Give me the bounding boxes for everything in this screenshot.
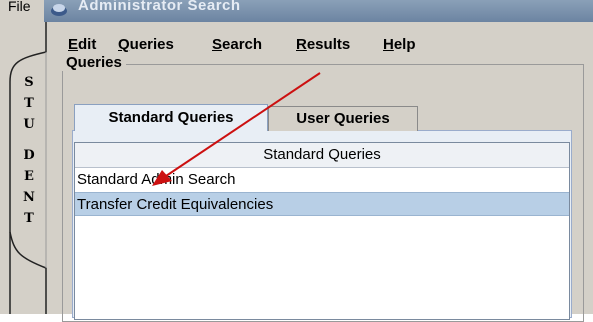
side-tab-letter: D (23, 148, 35, 163)
side-tab-letter: E (24, 169, 34, 184)
side-tab-letter: T (24, 211, 34, 226)
menu-mnemonic: Q (118, 36, 130, 53)
menu-mnemonic: S (212, 36, 223, 53)
right-edge-divider (585, 50, 593, 314)
menu-label-rest: elp (393, 36, 416, 53)
student-side-tab[interactable]: S T U D E N T (0, 22, 62, 314)
main-window: Edit Queries Search Results Help Queries… (62, 22, 593, 322)
window-title: Administrator Search (78, 0, 241, 14)
side-tab-letter: N (23, 190, 35, 205)
tab-user-queries[interactable]: User Queries (268, 106, 418, 131)
menu-mnemonic: H (383, 36, 394, 53)
menu-mnemonic: E (68, 36, 79, 53)
menu-queries[interactable]: Queries (118, 36, 174, 53)
side-tab-letter: U (23, 117, 35, 132)
app-icon (50, 2, 67, 16)
side-tab-letter: T (24, 96, 34, 111)
group-title: Queries (62, 54, 126, 71)
menu-search[interactable]: Search (212, 36, 262, 53)
menu-label-rest: ueries (129, 36, 174, 53)
list-column-header[interactable]: Standard Queries (75, 143, 569, 168)
menu-label-rest: esults (306, 36, 351, 53)
side-tab-letter: S (24, 75, 34, 90)
menu-label-rest: earch (222, 36, 263, 53)
menu-results[interactable]: Results (296, 36, 350, 53)
queries-list: Standard Queries Standard Admin Search T… (74, 142, 570, 320)
menu-label-rest: dit (78, 36, 97, 53)
menu-help[interactable]: Help (383, 36, 416, 53)
menubar: Edit Queries Search Results Help (62, 22, 593, 53)
list-item-standard-admin-search[interactable]: Standard Admin Search (75, 168, 569, 192)
tab-standard-queries[interactable]: Standard Queries (74, 104, 268, 131)
menu-mnemonic: R (296, 36, 307, 53)
list-item-transfer-credit-equivalencies[interactable]: Transfer Credit Equivalencies (75, 192, 569, 216)
menu-edit[interactable]: Edit (68, 36, 96, 53)
outer-file-menu[interactable]: File (8, 0, 31, 14)
title-bar: Administrator Search (44, 0, 593, 22)
